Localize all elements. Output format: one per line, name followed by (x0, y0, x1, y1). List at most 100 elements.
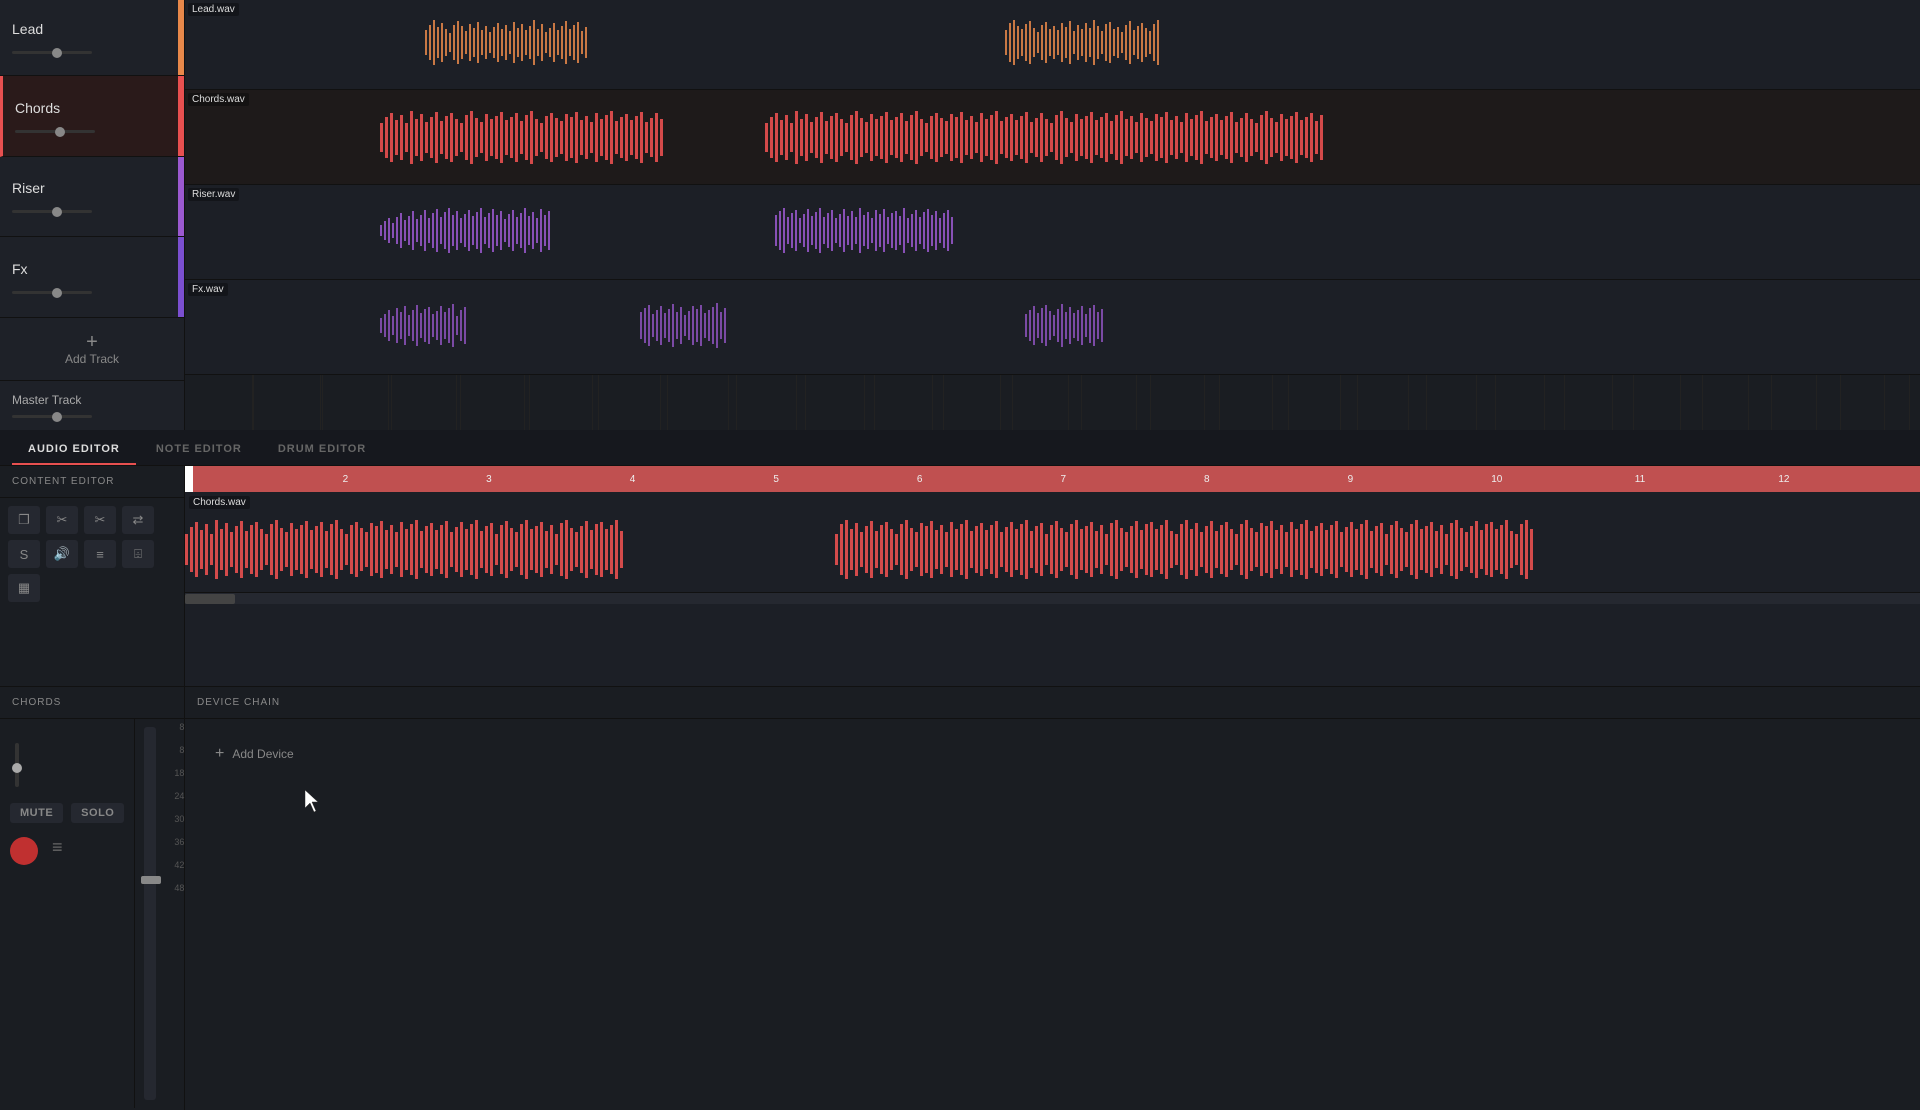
fx-waveform-3 (1025, 298, 1205, 353)
track-fader-knob-riser[interactable] (52, 207, 62, 217)
track-row-riser: Riser.wav (185, 185, 1920, 280)
cut-icon-btn[interactable]: ✂ (46, 506, 78, 534)
add-track-label: Add Track (65, 352, 119, 366)
arrange-view: Lead.wav (185, 0, 1920, 430)
device-chain-panel: DEVICE CHAIN + Add Device (185, 687, 1920, 1110)
track-item-fx[interactable]: Fx (0, 237, 184, 318)
add-device-label: Add Device (232, 747, 293, 761)
ruler-num-7: 7 (1058, 474, 1202, 485)
solo-button[interactable]: SOLO (71, 803, 124, 823)
db-label-42: 42 (174, 861, 184, 870)
volume-icon-btn[interactable]: 🔊 (46, 540, 78, 568)
db-label-24: 24 (174, 792, 184, 801)
track-row-fx: Fx.wav (185, 280, 1920, 375)
riser-waveform-1 (380, 203, 740, 258)
fx-clip-label: Fx.wav (188, 283, 228, 296)
track-row-chords: Chords.wav (185, 90, 1920, 185)
reverse-icon-btn[interactable]: ⇄ (122, 506, 154, 534)
ruler-num-6: 6 (915, 474, 1059, 485)
device-chain-header-label: DEVICE CHAIN (185, 687, 1920, 719)
content-editor-icons: ❐ ✂ ✂ ⇄ S 🔊 ≡ ⌹ ▦ (0, 498, 184, 610)
track-item-lead[interactable]: Lead (0, 0, 184, 76)
tab-note-editor[interactable]: NOTE EDITOR (140, 435, 258, 465)
track-name-fx: Fx (12, 261, 172, 277)
chords-bottom-icons: ≡ (10, 837, 63, 865)
content-editor-panel: CONTENT EDITOR ❐ ✂ ✂ ⇄ S 🔊 ≡ ⌹ ▦ (0, 466, 185, 686)
track-list: Lead Chords Riser Fx (0, 0, 185, 430)
audio-clip-row: Chords.wav (185, 492, 1920, 592)
ruler-num-8: 8 (1202, 474, 1346, 485)
master-track-label: Master Track (12, 393, 172, 407)
mute-solo-row: MUTE SOLO (10, 803, 124, 823)
audio-editor-waveform-2 (835, 512, 1535, 587)
chords-panel: CHORDS MUTE SOLO ≡ (0, 687, 185, 1110)
add-device-plus-icon: + (215, 745, 224, 763)
scissors-icon-btn[interactable]: ✂ (84, 506, 116, 534)
chords-waveform-1 (380, 105, 665, 170)
track-item-riser[interactable]: Riser (0, 157, 184, 238)
ruler-num-10: 10 (1489, 474, 1633, 485)
audio-playhead[interactable] (185, 466, 193, 492)
ruler-numbers: 2 3 4 5 6 7 8 9 10 11 12 (185, 474, 1920, 485)
grid-icon-btn[interactable]: ⌹ (122, 540, 154, 568)
chords-volume-knob[interactable] (12, 763, 22, 773)
db-label-30: 30 (174, 815, 184, 824)
db-label-18: 18 (174, 769, 184, 778)
eq-icon-btn[interactable]: ≡ (84, 540, 116, 568)
ruler-num-3: 3 (484, 474, 628, 485)
letter-s-btn[interactable]: S (8, 540, 40, 568)
fx-waveform-1 (380, 298, 580, 353)
riser-waveform-2 (775, 203, 1175, 258)
audio-editor-main: 2 3 4 5 6 7 8 9 10 11 12 Chords.wav (185, 466, 1920, 686)
track-color-bar-fx (178, 237, 184, 317)
master-track-section: Master Track (0, 380, 184, 430)
tab-drum-editor[interactable]: DRUM EDITOR (262, 435, 382, 465)
master-track-fader[interactable] (12, 415, 92, 418)
editor-tabs: AUDIO EDITOR NOTE EDITOR DRUM EDITOR (0, 430, 1920, 466)
add-device-button[interactable]: + Add Device (205, 739, 304, 769)
db-label-8b: 8 (179, 746, 184, 755)
add-track-button[interactable]: + Add Track (0, 318, 184, 380)
track-fader-chords[interactable] (15, 130, 95, 133)
ruler-num-9: 9 (1346, 474, 1490, 485)
lead-waveform-2 (1005, 15, 1335, 70)
track-fader-fx[interactable] (12, 291, 92, 294)
track-name-chords: Chords (15, 100, 172, 116)
track-item-chords[interactable]: Chords (0, 76, 184, 157)
track-fader-lead[interactable] (12, 51, 92, 54)
device-chain-content: + Add Device (185, 719, 1920, 789)
track-color-bar-lead (178, 0, 184, 75)
chords-fader-handle[interactable] (141, 876, 161, 884)
audio-scrollbar[interactable] (185, 592, 1920, 604)
audio-editor-waveform-1 (185, 512, 625, 587)
track-row-lead: Lead.wav (185, 0, 1920, 90)
db-label-48: 48 (174, 884, 184, 893)
lead-waveform-1 (425, 15, 765, 70)
mixer-icon-btn[interactable]: ≡ (52, 837, 63, 865)
master-track-fader-knob[interactable] (52, 412, 62, 422)
db-label-36: 36 (174, 838, 184, 847)
chords-fader-track[interactable] (144, 727, 156, 1100)
lead-clip-label: Lead.wav (188, 3, 239, 16)
riser-clip-label: Riser.wav (188, 188, 239, 201)
track-fader-knob-chords[interactable] (55, 127, 65, 137)
track-fader-riser[interactable] (12, 210, 92, 213)
scrollbar-thumb[interactable] (185, 594, 235, 604)
ruler-num-11: 11 (1633, 474, 1777, 485)
record-button[interactable] (10, 837, 38, 865)
mute-button[interactable]: MUTE (10, 803, 63, 823)
audio-ruler: 2 3 4 5 6 7 8 9 10 11 12 (185, 466, 1920, 492)
chords-volume-slider[interactable] (15, 743, 19, 787)
copy-icon-btn[interactable]: ❐ (8, 506, 40, 534)
tab-audio-editor[interactable]: AUDIO EDITOR (12, 435, 136, 465)
track-name-lead: Lead (12, 21, 172, 37)
fx-waveform-2 (640, 298, 840, 353)
content-editor-label: CONTENT EDITOR (0, 466, 184, 498)
ruler-num-5: 5 (771, 474, 915, 485)
chords-clip-label: Chords.wav (188, 93, 249, 106)
track-color-bar-riser (178, 157, 184, 237)
track-name-riser: Riser (12, 180, 172, 196)
snap-icon-btn[interactable]: ▦ (8, 574, 40, 602)
track-fader-knob-fx[interactable] (52, 288, 62, 298)
track-fader-knob-lead[interactable] (52, 48, 62, 58)
